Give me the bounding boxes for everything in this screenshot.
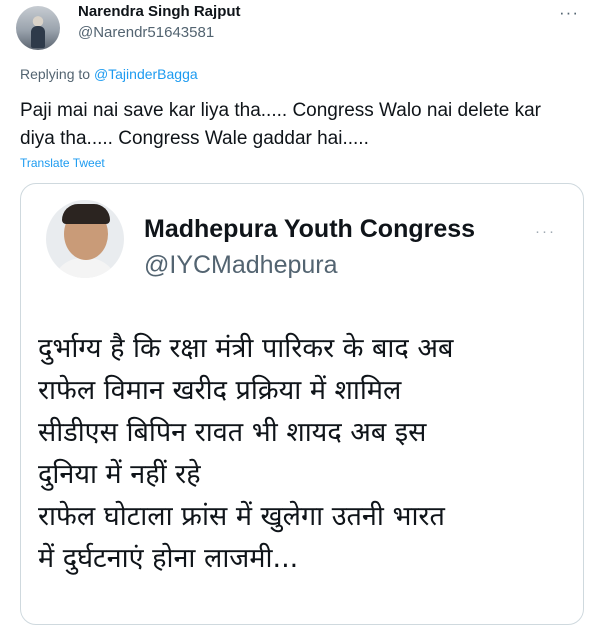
embedded-text-line: राफेल विमान खरीद प्रक्रिया में शामिल <box>38 375 402 406</box>
embedded-more-icon: ··· <box>535 223 556 240</box>
translate-tweet-link[interactable]: Translate Tweet <box>20 156 105 170</box>
embedded-author-name: Madhepura Youth Congress <box>144 215 476 243</box>
embedded-text-line: में दुर्घटनाएं होना लाजमी... <box>38 543 299 574</box>
replying-prefix: Replying to <box>20 66 94 82</box>
author-name[interactable]: Narendra Singh Rajput <box>78 3 241 20</box>
embedded-text-line: दुर्भाग्य है कि रक्षा मंत्री पारिकर के ब… <box>38 333 454 364</box>
replying-to-link[interactable]: @TajinderBagga <box>94 66 198 82</box>
avatar-shirt <box>52 258 118 278</box>
author-handle[interactable]: @Narendr51643581 <box>78 24 214 41</box>
avatar-hair <box>62 204 110 224</box>
author-avatar[interactable] <box>16 6 60 50</box>
replying-to: Replying to @TajinderBagga <box>20 66 198 82</box>
embedded-author-handle: @IYCMadhepura <box>144 251 338 279</box>
embedded-text-line: राफेल घोटाला फ्रांस में खुलेगा उतनी भारत <box>38 501 445 532</box>
embedded-text-line: दुनिया में नहीं रहे <box>38 459 201 490</box>
more-icon[interactable]: ··· <box>559 3 579 23</box>
embedded-text-line: सीडीएस बिपिन रावत भी शायद अब इस <box>38 417 427 448</box>
embedded-author-avatar <box>46 200 124 278</box>
tweet-text: Paji mai nai save kar liya tha..... Cong… <box>20 100 541 149</box>
embedded-tweet-text: दुर्भाग्य है कि रक्षा मंत्री पारिकर के ब… <box>38 328 578 580</box>
avatar-figure <box>31 26 45 48</box>
